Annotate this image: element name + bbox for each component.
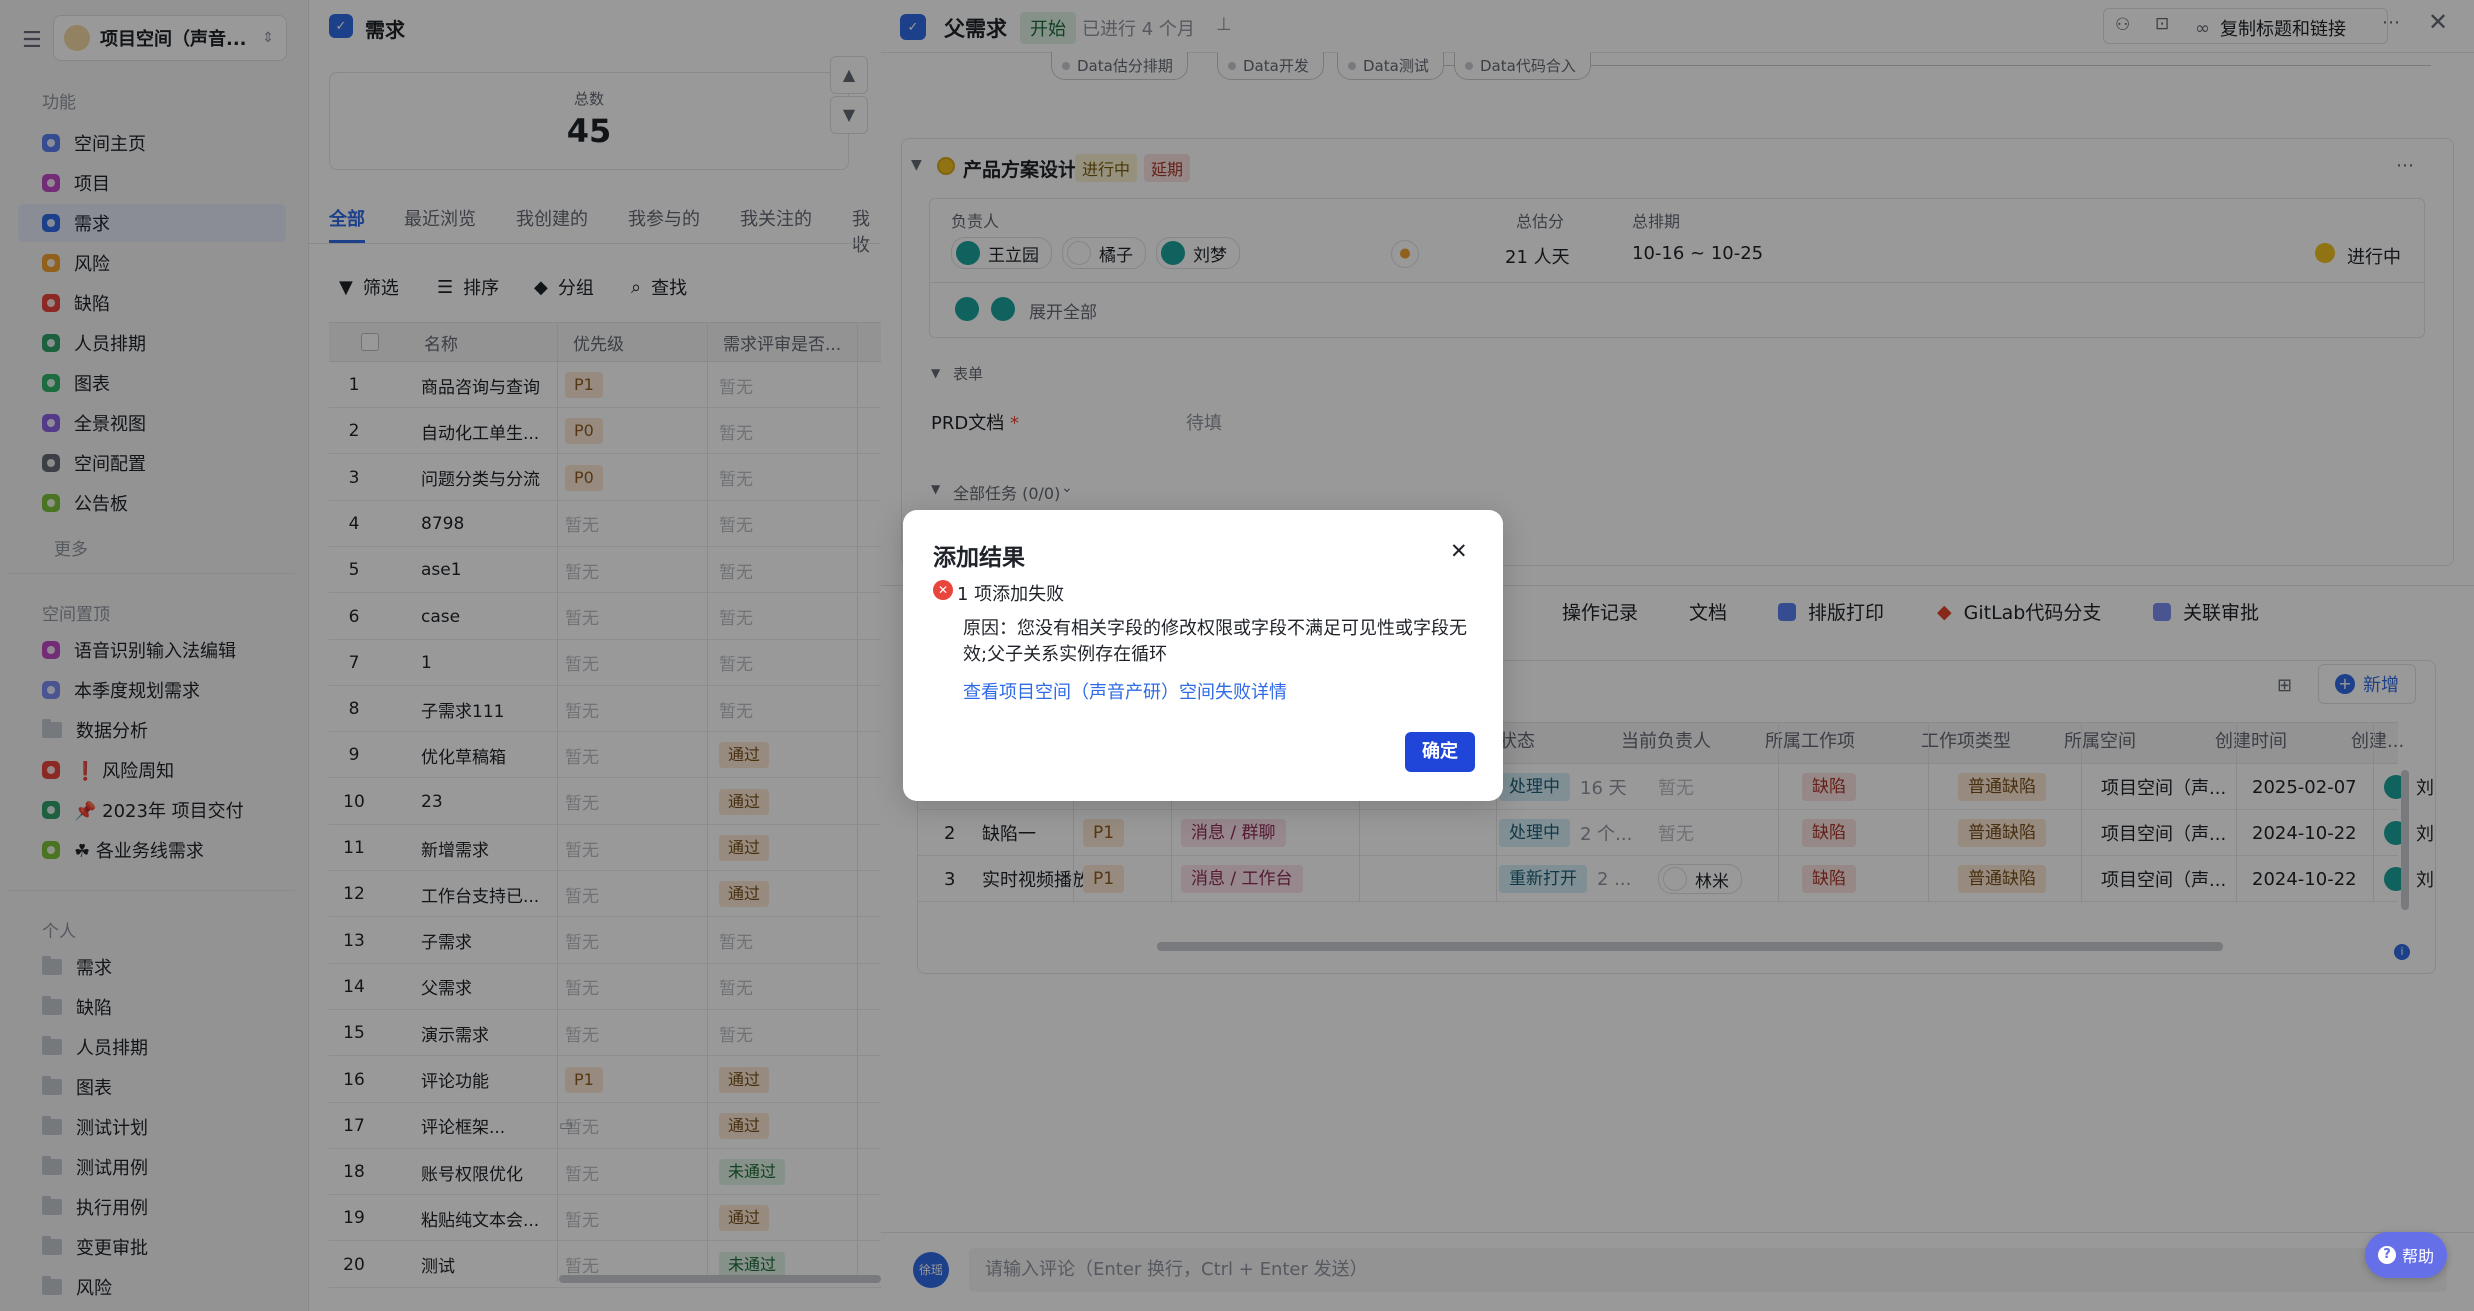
fail-count: 1 项添加失败 xyxy=(957,584,1065,605)
dialog-title: 添加结果 xyxy=(933,545,1025,571)
fail-reason: 原因：您没有相关字段的修改权限或字段不满足可见性或字段无效;父子关系实例存在循环 xyxy=(963,618,1467,665)
help-button[interactable]: ? 帮助 xyxy=(2365,1232,2447,1278)
add-result-dialog: 添加结果 ✕ ✕ 1 项添加失败 原因：您没有相关字段的修改权限或字段不满足可见… xyxy=(903,510,1503,801)
error-icon: ✕ xyxy=(933,580,953,600)
help-label: 帮助 xyxy=(2401,1247,2434,1266)
help-icon: ? xyxy=(2377,1246,2396,1264)
dialog-close-icon[interactable]: ✕ xyxy=(1450,539,1468,563)
fail-details-link[interactable]: 查看项目空间（声音产研）空间失败详情 xyxy=(963,678,1287,704)
confirm-button[interactable]: 确定 xyxy=(1405,732,1475,772)
